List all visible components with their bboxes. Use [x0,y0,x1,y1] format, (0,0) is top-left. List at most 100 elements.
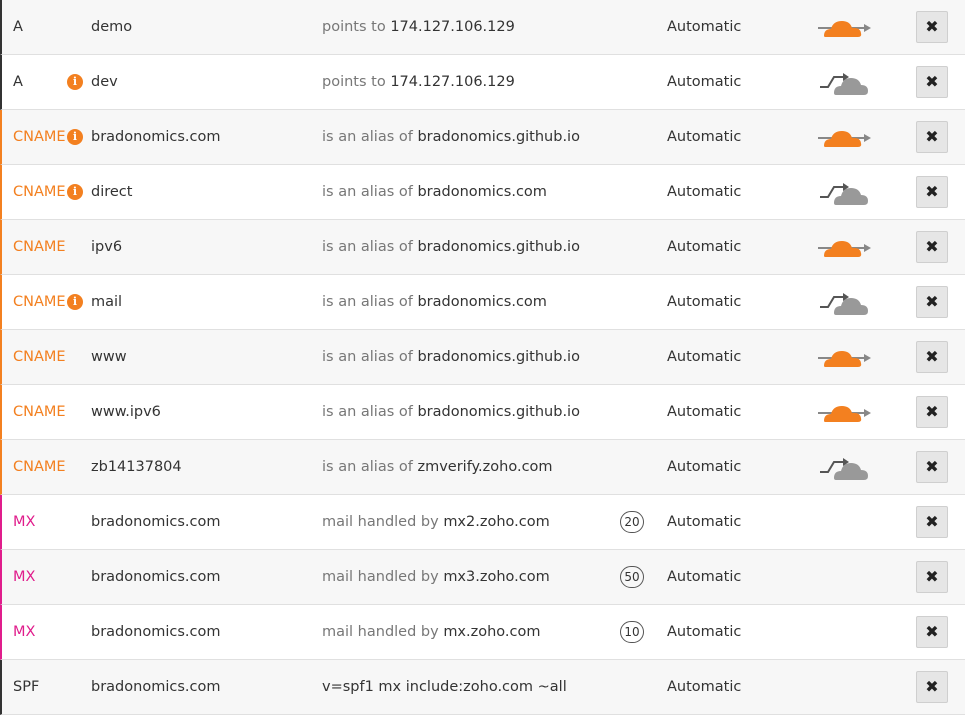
record-type[interactable]: CNAME [13,275,66,329]
record-name[interactable]: mail [91,275,122,329]
proxy-status-toggle[interactable] [816,120,872,154]
dns-record-row-5: CNAME i mail is an alias of bradonomics.… [0,275,965,330]
dns-record-row-12: SPF bradonomics.com v=spf1 mx include:zo… [0,660,965,715]
record-name[interactable]: bradonomics.com [91,660,220,714]
record-value[interactable]: mail handled by mx2.zoho.com [322,495,550,549]
record-type[interactable]: CNAME [13,330,66,384]
record-ttl[interactable]: Automatic [667,0,741,54]
record-type[interactable]: A [13,55,23,109]
proxy-status-toggle[interactable] [816,395,872,429]
delete-record-button[interactable]: ✖ [916,121,948,153]
record-value[interactable]: mail handled by mx3.zoho.com [322,550,550,604]
record-value[interactable]: is an alias of zmverify.zoho.com [322,440,553,494]
record-value-text[interactable]: bradonomics.com [417,184,546,200]
record-value[interactable]: is an alias of bradonomics.github.io [322,110,580,164]
record-value[interactable]: points to 174.127.106.129 [322,0,515,54]
record-ttl[interactable]: Automatic [667,220,741,274]
record-name[interactable]: dev [91,55,118,109]
record-value-text[interactable]: bradonomics.github.io [417,239,580,255]
record-name[interactable]: bradonomics.com [91,605,220,659]
record-type[interactable]: CNAME [13,440,66,494]
record-ttl[interactable]: Automatic [667,275,741,329]
mx-priority-badge[interactable]: 50 [620,566,644,588]
record-value-text[interactable]: bradonomics.github.io [417,129,580,145]
delete-record-button[interactable]: ✖ [916,561,948,593]
delete-record-button[interactable]: ✖ [916,616,948,648]
record-ttl[interactable]: Automatic [667,440,741,494]
info-icon[interactable]: i [67,184,83,200]
dns-record-row-6: CNAME www is an alias of bradonomics.git… [0,330,965,385]
record-value-text[interactable]: 174.127.106.129 [390,74,515,90]
record-ttl[interactable]: Automatic [667,385,741,439]
info-icon[interactable]: i [67,74,83,90]
record-type[interactable]: SPF [13,660,39,714]
delete-record-button[interactable]: ✖ [916,176,948,208]
record-value[interactable]: is an alias of bradonomics.github.io [322,220,580,274]
record-value[interactable]: is an alias of bradonomics.com [322,275,547,329]
record-ttl[interactable]: Automatic [667,110,741,164]
proxy-status-toggle[interactable] [816,450,872,484]
record-ttl[interactable]: Automatic [667,55,741,109]
proxy-status-toggle[interactable] [816,175,872,209]
proxy-status-toggle[interactable] [816,10,872,44]
record-value-text[interactable]: mx.zoho.com [443,624,540,640]
delete-record-button[interactable]: ✖ [916,66,948,98]
record-type[interactable]: MX [13,550,35,604]
delete-record-button[interactable]: ✖ [916,231,948,263]
record-value-text[interactable]: mx2.zoho.com [443,514,549,530]
record-value-prefix: is an alias of [322,459,418,475]
record-type[interactable]: CNAME [13,165,66,219]
record-name[interactable]: bradonomics.com [91,550,220,604]
record-name[interactable]: www [91,330,127,384]
record-value-prefix: mail handled by [322,569,444,585]
record-value-text[interactable]: mx3.zoho.com [443,569,549,585]
delete-record-button[interactable]: ✖ [916,341,948,373]
record-ttl[interactable]: Automatic [667,605,741,659]
record-value[interactable]: mail handled by mx.zoho.com [322,605,541,659]
record-name[interactable]: direct [91,165,132,219]
record-value[interactable]: points to 174.127.106.129 [322,55,515,109]
record-name[interactable]: zb14137804 [91,440,182,494]
proxy-status-toggle[interactable] [816,230,872,264]
mx-priority-badge[interactable]: 20 [620,511,644,533]
record-ttl[interactable]: Automatic [667,660,741,714]
delete-record-button[interactable]: ✖ [916,396,948,428]
mx-priority-badge[interactable]: 10 [620,621,644,643]
record-value-prefix: mail handled by [322,514,444,530]
record-ttl[interactable]: Automatic [667,495,741,549]
record-ttl[interactable]: Automatic [667,550,741,604]
record-value-text[interactable]: bradonomics.github.io [417,349,580,365]
record-value-text[interactable]: bradonomics.com [417,294,546,310]
delete-record-button[interactable]: ✖ [916,11,948,43]
record-name[interactable]: www.ipv6 [91,385,161,439]
delete-record-button[interactable]: ✖ [916,671,948,703]
record-value[interactable]: is an alias of bradonomics.com [322,165,547,219]
record-name[interactable]: demo [91,0,132,54]
record-value[interactable]: is an alias of bradonomics.github.io [322,330,580,384]
record-value[interactable]: v=spf1 mx include:zoho.com ~all [322,660,567,714]
delete-record-button[interactable]: ✖ [916,286,948,318]
proxy-status-toggle[interactable] [816,340,872,374]
record-type[interactable]: MX [13,495,35,549]
record-type[interactable]: MX [13,605,35,659]
proxy-status-toggle[interactable] [816,65,872,99]
record-name[interactable]: bradonomics.com [91,110,220,164]
proxy-status-toggle[interactable] [816,285,872,319]
record-value-text[interactable]: 174.127.106.129 [390,19,515,35]
record-ttl[interactable]: Automatic [667,165,741,219]
record-type[interactable]: A [13,0,23,54]
record-value-text[interactable]: v=spf1 mx include:zoho.com ~all [322,679,567,695]
record-type[interactable]: CNAME [13,110,66,164]
info-icon[interactable]: i [67,294,83,310]
record-value-text[interactable]: zmverify.zoho.com [417,459,552,475]
delete-record-button[interactable]: ✖ [916,451,948,483]
record-value-text[interactable]: bradonomics.github.io [417,404,580,420]
record-type[interactable]: CNAME [13,385,66,439]
record-name[interactable]: ipv6 [91,220,122,274]
record-value[interactable]: is an alias of bradonomics.github.io [322,385,580,439]
record-ttl[interactable]: Automatic [667,330,741,384]
delete-record-button[interactable]: ✖ [916,506,948,538]
record-name[interactable]: bradonomics.com [91,495,220,549]
record-type[interactable]: CNAME [13,220,66,274]
info-icon[interactable]: i [67,129,83,145]
